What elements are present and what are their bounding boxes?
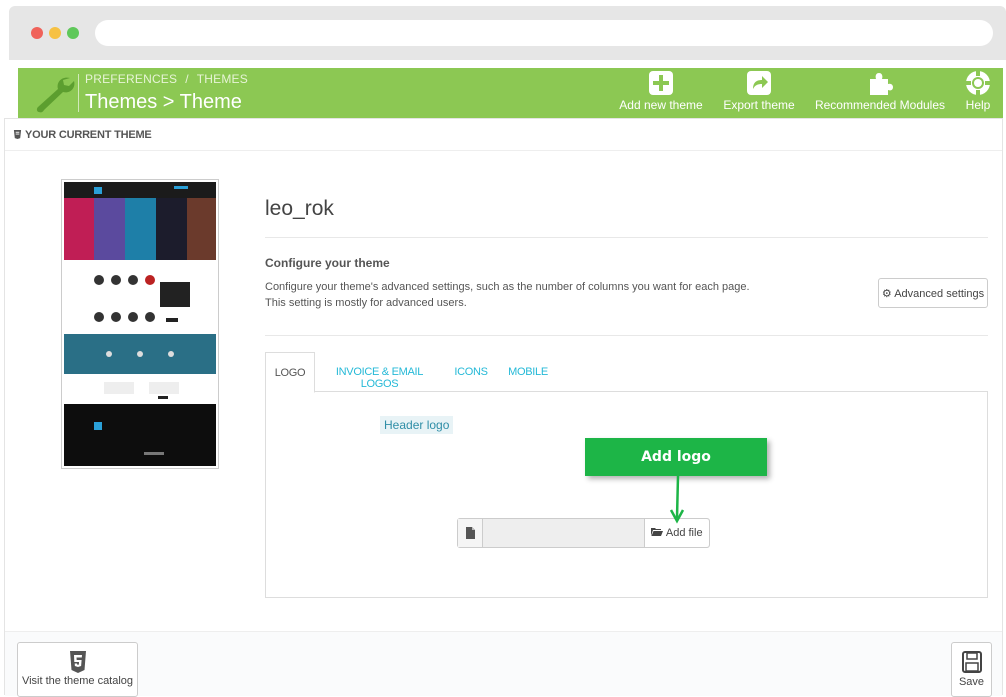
add-logo-callout: Add logo: [585, 438, 767, 476]
folder-open-icon: [651, 527, 665, 539]
plus-square-icon: [649, 71, 673, 95]
gear-icon: ⚙: [881, 288, 892, 300]
save-label: Save: [958, 676, 985, 688]
browser-window-chrome: [9, 6, 1006, 60]
page-title: Themes > Theme: [85, 91, 242, 113]
divider: [265, 237, 988, 238]
wrench-icon: [36, 77, 75, 113]
html5-icon: [13, 130, 22, 139]
file-icon: [458, 519, 483, 547]
save-icon: [961, 651, 982, 673]
file-name-input[interactable]: [484, 519, 644, 547]
page-header: PREFERENCES / THEMES Themes > Theme Add ne…: [18, 68, 1003, 118]
advanced-settings-button[interactable]: ⚙ Advanced settings: [878, 278, 988, 308]
panel-footer: Visit the theme catalog Save: [5, 631, 1002, 697]
theme-name: leo_rok: [265, 197, 334, 220]
help-label: Help: [965, 98, 991, 112]
help-button[interactable]: Help: [960, 70, 996, 116]
theme-tabs: LOGO INVOICE & EMAIL LOGOS ICONS MOBILE: [265, 352, 988, 393]
header-logo-label: Header logo: [380, 416, 454, 434]
add-new-theme-button[interactable]: Add new theme: [615, 70, 707, 116]
breadcrumb-separator: /: [185, 72, 189, 86]
tab-invoice-email-logos[interactable]: INVOICE & EMAIL LOGOS: [321, 352, 438, 392]
logo-tab-content: Header logo Add file: [265, 391, 988, 598]
share-icon: [747, 71, 771, 95]
recommended-modules-label: Recommended Modules: [814, 98, 946, 112]
breadcrumb-preferences[interactable]: PREFERENCES: [85, 72, 177, 86]
minimize-window-button[interactable]: [49, 27, 61, 39]
configure-description-line-2: This setting is mostly for advanced user…: [265, 297, 467, 309]
divider: [265, 335, 988, 336]
close-window-button[interactable]: [31, 27, 43, 39]
visit-theme-catalog-button[interactable]: Visit the theme catalog: [17, 642, 138, 697]
configure-title: Configure your theme: [265, 256, 390, 270]
current-theme-panel: YOUR CURRENT THEME leo_rok Configure you…: [4, 118, 1003, 697]
header-separator: [78, 74, 79, 112]
html5-icon: [69, 651, 86, 673]
lifebuoy-icon: [966, 71, 990, 95]
tab-mobile[interactable]: MOBILE: [503, 352, 553, 392]
add-file-label: Add file: [665, 527, 703, 539]
tab-logo[interactable]: LOGO: [265, 352, 315, 393]
export-theme-button[interactable]: Export theme: [718, 70, 800, 116]
maximize-window-button[interactable]: [67, 27, 79, 39]
advanced-settings-label: Advanced settings: [894, 288, 985, 300]
visit-theme-catalog-label: Visit the theme catalog: [21, 675, 134, 687]
theme-preview-thumbnail[interactable]: [61, 179, 219, 469]
arrow-down-icon: [669, 476, 685, 524]
theme-preview-image: [64, 182, 216, 466]
save-button[interactable]: Save: [951, 642, 992, 697]
address-bar[interactable]: [95, 20, 993, 46]
tab-icons[interactable]: ICONS: [449, 352, 493, 392]
breadcrumb-themes[interactable]: THEMES: [197, 72, 248, 86]
panel-heading: YOUR CURRENT THEME: [5, 119, 1002, 151]
export-theme-label: Export theme: [723, 98, 795, 112]
panel-heading-text: YOUR CURRENT THEME: [25, 129, 152, 141]
recommended-modules-button[interactable]: Recommended Modules: [810, 70, 950, 116]
add-new-theme-label: Add new theme: [619, 98, 703, 112]
breadcrumb: PREFERENCES / THEMES: [85, 72, 248, 86]
configure-description: Configure your theme's advanced settings…: [265, 279, 805, 311]
configure-description-line-1: Configure your theme's advanced settings…: [265, 281, 750, 293]
puzzle-icon: [870, 73, 893, 95]
